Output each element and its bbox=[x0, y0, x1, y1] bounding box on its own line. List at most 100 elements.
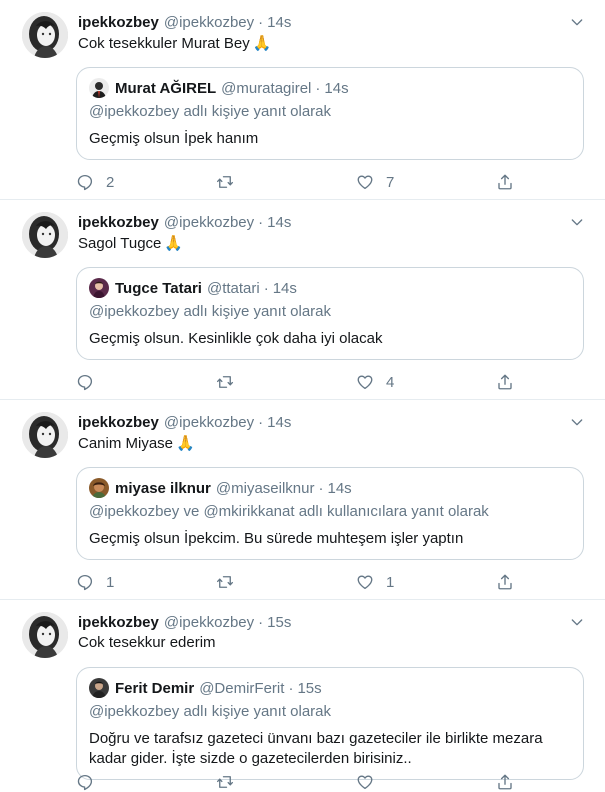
quoted-avatar bbox=[89, 278, 109, 298]
quoted-timestamp: 14s bbox=[272, 279, 297, 297]
chevron-down-icon[interactable] bbox=[569, 614, 585, 630]
tweet-header: ipekkozbey @ipekkozbey · 14s bbox=[78, 12, 585, 32]
reply-button[interactable] bbox=[76, 773, 176, 791]
like-count: 1 bbox=[386, 573, 395, 591]
quoted-avatar bbox=[89, 478, 109, 498]
replying-to: @ipekkozbey adlı kişiye yanıt olarak bbox=[89, 703, 332, 720]
quoted-tweet-header: Ferit Demir @DemirFerit · 15s bbox=[89, 678, 571, 698]
retweet-icon bbox=[216, 773, 234, 791]
retweet-button[interactable] bbox=[216, 173, 316, 191]
action-bar: 11 bbox=[76, 572, 516, 592]
action-bar: 27 bbox=[76, 172, 516, 192]
like-button[interactable]: 1 bbox=[356, 573, 456, 591]
like-button[interactable]: 4 bbox=[356, 373, 456, 391]
quoted-display-name: Murat AĞIREL bbox=[115, 79, 217, 97]
share-icon bbox=[496, 773, 514, 791]
avatar[interactable] bbox=[22, 212, 68, 258]
username[interactable]: @ipekkozbey bbox=[164, 614, 254, 631]
separator-dot: · bbox=[263, 279, 269, 297]
chevron-down-icon[interactable] bbox=[569, 414, 585, 430]
tweet-text-content: Canim Miyase bbox=[78, 435, 174, 452]
quoted-username: @muratagirel bbox=[221, 79, 312, 97]
quoted-tweet-text: Geçmiş olsun İpekcim. Bu sürede muhteşem… bbox=[89, 530, 464, 547]
reply-count: 2 bbox=[106, 173, 115, 191]
timeline: ipekkozbey @ipekkozbey · 14s Cok tesekkuler … bbox=[0, 0, 605, 786]
replying-to: @ipekkozbey ve @mkirikkanat adlı kullanı… bbox=[89, 503, 489, 520]
share-button[interactable] bbox=[496, 373, 516, 391]
like-count: 4 bbox=[386, 373, 395, 391]
timestamp[interactable]: 14s bbox=[267, 14, 291, 31]
tweet-text-content: Cok tesekkuler Murat Bey bbox=[78, 35, 250, 52]
share-button[interactable] bbox=[496, 173, 516, 191]
heart-icon bbox=[356, 173, 374, 191]
share-button[interactable] bbox=[496, 573, 516, 591]
display-name[interactable]: ipekkozbey bbox=[78, 214, 159, 231]
username[interactable]: @ipekkozbey bbox=[164, 14, 254, 31]
reply-button[interactable]: 2 bbox=[76, 173, 176, 191]
tweet-header: ipekkozbey @ipekkozbey · 14s bbox=[78, 412, 585, 432]
reply-icon bbox=[76, 373, 94, 391]
quoted-tweet[interactable]: Tugce Tatari @ttatari · 14s @ipekkozbey adlı… bbox=[76, 267, 584, 360]
tweet: ipekkozbey @ipekkozbey · 15s Cok tesekkur ed… bbox=[0, 600, 605, 786]
quoted-timestamp: 14s bbox=[327, 479, 352, 497]
quoted-username: @ttatari bbox=[206, 279, 260, 297]
username[interactable]: @ipekkozbey bbox=[164, 414, 254, 431]
quoted-tweet[interactable]: miyase ilknur @miyaseilknur · 14s @ipekkozbe… bbox=[76, 467, 584, 560]
tweet: ipekkozbey @ipekkozbey · 14s Cok tesekkuler … bbox=[0, 0, 605, 200]
display-name[interactable]: ipekkozbey bbox=[78, 614, 159, 631]
tweet-text: Canim Miyase 🙏 bbox=[78, 434, 195, 452]
like-button[interactable]: 7 bbox=[356, 173, 456, 191]
reply-button[interactable] bbox=[76, 373, 176, 391]
folded-hands-emoji: 🙏 bbox=[252, 35, 272, 52]
reply-button[interactable]: 1 bbox=[76, 573, 176, 591]
heart-icon bbox=[356, 373, 374, 391]
timestamp[interactable]: 14s bbox=[267, 214, 291, 231]
avatar[interactable] bbox=[22, 412, 68, 458]
quoted-username: @miyaseilknur bbox=[215, 479, 315, 497]
quoted-display-name: Tugce Tatari bbox=[115, 279, 202, 297]
tweet-text-content: Sagol Tugce bbox=[78, 235, 162, 252]
quoted-tweet-header: Murat AĞIREL @muratagirel · 14s bbox=[89, 78, 571, 98]
tweet-text: Cok tesekkuler Murat Bey 🙏 bbox=[78, 34, 271, 52]
separator-dot: · bbox=[318, 479, 324, 497]
quoted-timestamp: 15s bbox=[297, 679, 322, 697]
share-icon bbox=[496, 373, 514, 391]
quoted-tweet-header: Tugce Tatari @ttatari · 14s bbox=[89, 278, 571, 298]
chevron-down-icon[interactable] bbox=[569, 214, 585, 230]
display-name[interactable]: ipekkozbey bbox=[78, 414, 159, 431]
tweet-header: ipekkozbey @ipekkozbey · 15s bbox=[78, 612, 585, 632]
avatar[interactable] bbox=[22, 612, 68, 658]
replying-to: @ipekkozbey adlı kişiye yanıt olarak bbox=[89, 303, 332, 320]
retweet-icon bbox=[216, 573, 234, 591]
display-name[interactable]: ipekkozbey bbox=[78, 14, 159, 31]
retweet-button[interactable] bbox=[216, 573, 316, 591]
quoted-tweet[interactable]: Murat AĞIREL @muratagirel · 14s @ipekkozbey … bbox=[76, 67, 584, 160]
username[interactable]: @ipekkozbey bbox=[164, 214, 254, 231]
like-button[interactable] bbox=[356, 773, 456, 791]
retweet-button[interactable] bbox=[216, 373, 316, 391]
timestamp[interactable]: 15s bbox=[267, 614, 291, 631]
quoted-display-name: Ferit Demir bbox=[115, 679, 195, 697]
quoted-timestamp: 14s bbox=[324, 79, 349, 97]
action-bar bbox=[76, 772, 516, 792]
heart-icon bbox=[356, 573, 374, 591]
separator-dot: · bbox=[258, 213, 264, 231]
avatar[interactable] bbox=[22, 12, 68, 58]
quoted-tweet-text: Geçmiş olsun. Kesinlikle çok daha iyi ol… bbox=[89, 330, 383, 347]
timestamp[interactable]: 14s bbox=[267, 414, 291, 431]
tweet: ipekkozbey @ipekkozbey · 14s Sagol Tugce 🙏 Tug… bbox=[0, 200, 605, 400]
replying-to: @ipekkozbey adlı kişiye yanıt olarak bbox=[89, 103, 332, 120]
retweet-button[interactable] bbox=[216, 773, 316, 791]
share-button[interactable] bbox=[496, 773, 516, 791]
action-bar: 4 bbox=[76, 372, 516, 392]
quoted-avatar bbox=[89, 678, 109, 698]
reply-icon bbox=[76, 173, 94, 191]
share-icon bbox=[496, 573, 514, 591]
tweet-header: ipekkozbey @ipekkozbey · 14s bbox=[78, 212, 585, 232]
quoted-tweet-text: Geçmiş olsun İpek hanım bbox=[89, 130, 259, 147]
quoted-tweet[interactable]: Ferit Demir @DemirFerit · 15s @ipekkozbey ad… bbox=[76, 667, 584, 780]
chevron-down-icon[interactable] bbox=[569, 14, 585, 30]
quoted-avatar bbox=[89, 78, 109, 98]
quoted-display-name: miyase ilknur bbox=[115, 479, 211, 497]
share-icon bbox=[496, 173, 514, 191]
